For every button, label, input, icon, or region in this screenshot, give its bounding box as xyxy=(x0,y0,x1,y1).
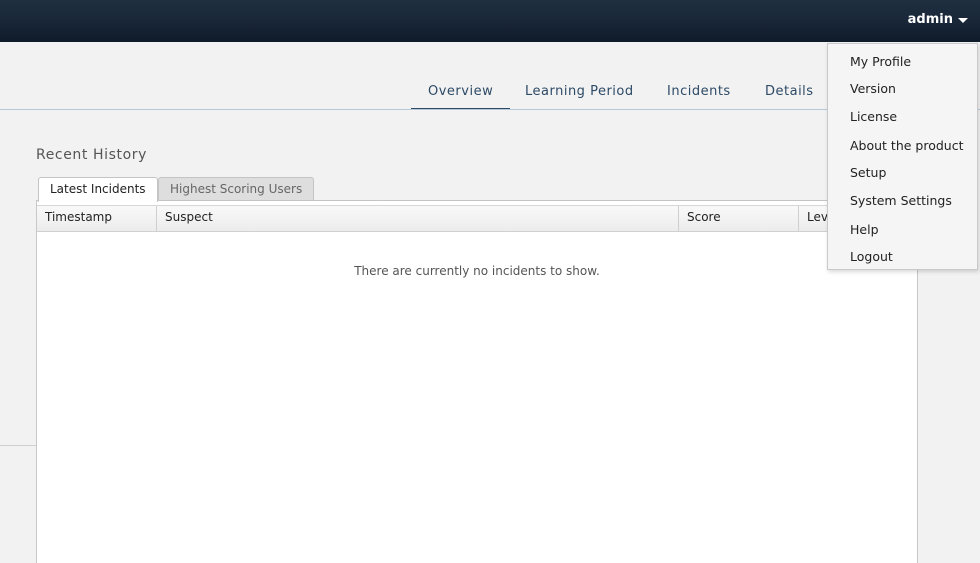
column-level-label: Lev xyxy=(807,210,828,224)
tab-details[interactable]: Details xyxy=(748,83,831,110)
top-bar: admin xyxy=(0,0,980,42)
tab-details-label: Details xyxy=(765,84,814,99)
caret-down-icon xyxy=(958,17,968,23)
grid-header: Timestamp Suspect Score Lev xyxy=(37,205,917,232)
column-header-timestamp[interactable]: Timestamp xyxy=(37,206,157,231)
menu-item-about-the-product[interactable]: About the product xyxy=(850,138,964,153)
menu-item-my-profile[interactable]: My Profile xyxy=(850,54,911,69)
menu-item-help[interactable]: Help xyxy=(850,222,879,237)
subtab-highest-scoring-users[interactable]: Highest Scoring Users xyxy=(158,177,315,201)
column-header-suspect[interactable]: Suspect xyxy=(157,206,679,231)
tab-learning-period-label: Learning Period xyxy=(525,84,634,99)
column-score-label: Score xyxy=(687,210,721,224)
tab-overview[interactable]: Overview xyxy=(411,83,511,110)
tab-incidents-label: Incidents xyxy=(667,84,731,99)
tab-incidents[interactable]: Incidents xyxy=(650,83,748,110)
column-suspect-label: Suspect xyxy=(165,210,213,224)
menu-item-logout[interactable]: Logout xyxy=(850,249,893,264)
menu-item-version[interactable]: Version xyxy=(850,81,896,96)
column-timestamp-label: Timestamp xyxy=(45,210,112,224)
subtab-latest-incidents[interactable]: Latest Incidents xyxy=(38,177,158,202)
tab-learning-period[interactable]: Learning Period xyxy=(508,83,651,110)
menu-item-license[interactable]: License xyxy=(850,109,897,124)
subtab-highest-scoring-users-label: Highest Scoring Users xyxy=(170,182,303,196)
tab-overview-label: Overview xyxy=(428,84,494,99)
menu-item-setup[interactable]: Setup xyxy=(850,165,886,180)
column-header-score[interactable]: Score xyxy=(679,206,799,231)
left-panel-divider xyxy=(0,445,36,446)
empty-state-message: There are currently no incidents to show… xyxy=(354,264,600,278)
incidents-grid: Timestamp Suspect Score Lev There are cu… xyxy=(36,201,918,563)
user-dropdown-menu: My Profile Version License About the pro… xyxy=(827,43,978,270)
menu-item-system-settings[interactable]: System Settings xyxy=(850,193,952,208)
user-menu-button[interactable]: admin xyxy=(908,12,968,27)
section-title: Recent History xyxy=(36,147,148,163)
subtab-latest-incidents-label: Latest Incidents xyxy=(50,182,146,196)
user-menu-label: admin xyxy=(907,12,953,27)
